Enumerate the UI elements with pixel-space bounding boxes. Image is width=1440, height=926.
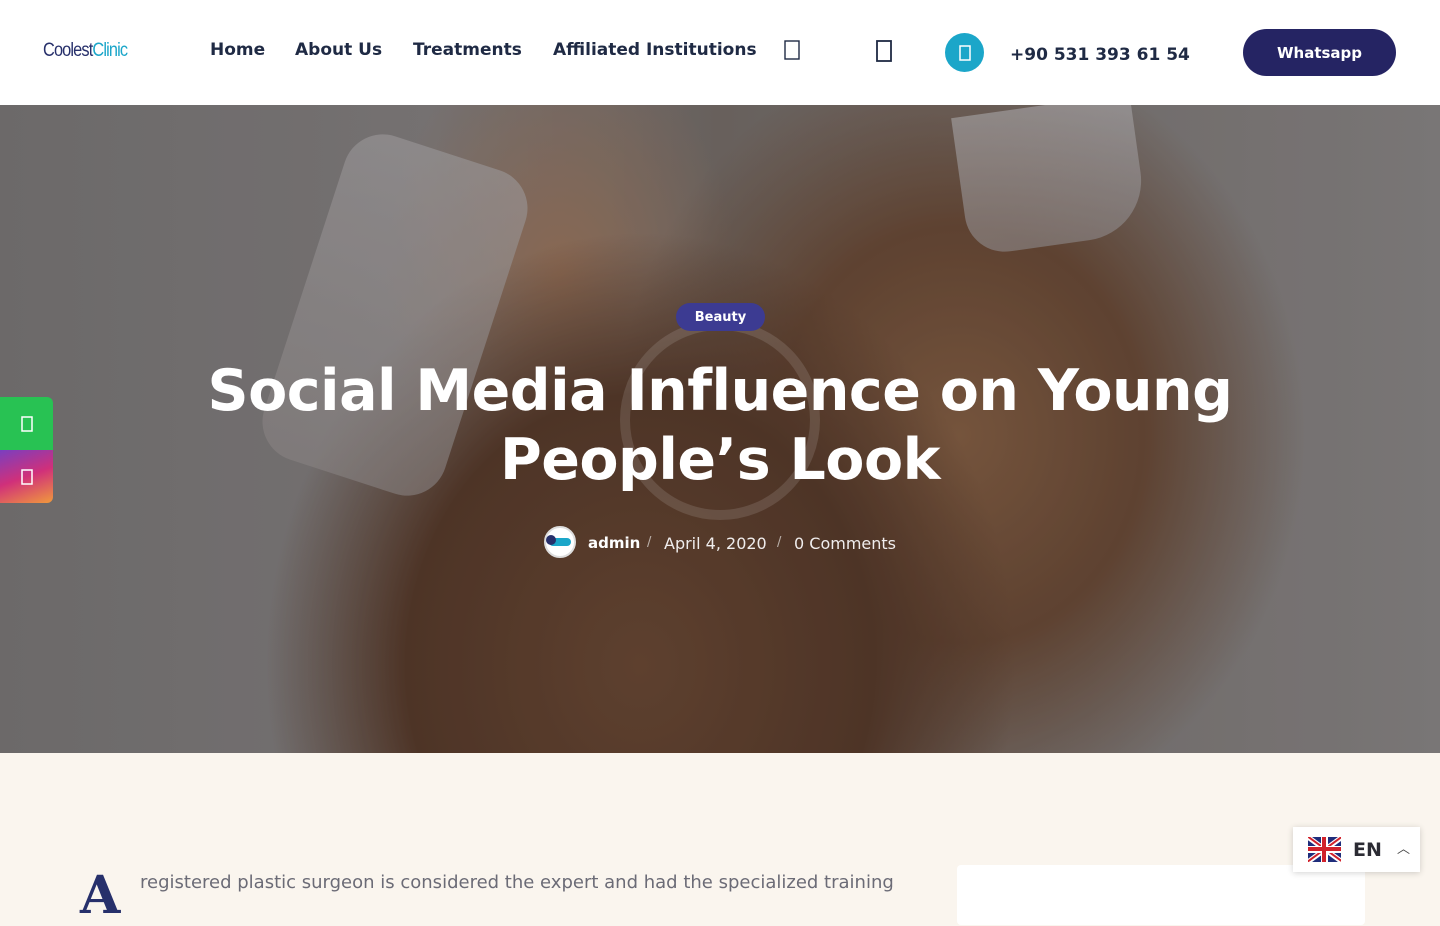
instagram-icon[interactable] — [0, 450, 53, 503]
hero-banner: Beauty Social Media Influence on Young P… — [0, 105, 1440, 753]
drop-cap: A — [80, 865, 121, 926]
whatsapp-icon[interactable] — [0, 397, 53, 450]
category-badge[interactable]: Beauty — [676, 303, 765, 331]
post-date: April 4, 2020 — [664, 534, 767, 553]
uk-flag-icon — [1308, 837, 1341, 862]
post-title: Social Media Influence on Young People’s… — [207, 358, 1233, 493]
nav-treatments[interactable]: Treatments — [413, 40, 522, 60]
language-code: EN — [1353, 839, 1382, 861]
search-icon[interactable] — [782, 40, 802, 64]
user-icon[interactable] — [874, 40, 894, 64]
meta-separator: / — [647, 535, 652, 550]
chevron-up-icon: ︿ — [1397, 842, 1411, 857]
language-switcher[interactable]: EN ︿ — [1293, 827, 1420, 872]
meta-separator: / — [777, 535, 782, 550]
sidebar-widget — [957, 865, 1365, 925]
phone-number[interactable]: +90 531 393 61 54 — [1010, 45, 1190, 65]
nav-about-us[interactable]: About Us — [295, 40, 382, 60]
post-meta: admin / April 4, 2020 / 0 Comments — [0, 526, 1440, 558]
site-header: CoolestClinic Home About Us Treatments A… — [0, 0, 1440, 105]
comments-link[interactable]: 0 Comments — [794, 534, 896, 553]
article-paragraph: registered plastic surgeon is considered… — [140, 872, 894, 893]
phone-icon[interactable] — [945, 33, 984, 72]
article-body: A registered plastic surgeon is consider… — [0, 753, 1440, 926]
nav-affiliated-institutions[interactable]: Affiliated Institutions — [553, 40, 757, 60]
whatsapp-button[interactable]: Whatsapp — [1243, 29, 1396, 76]
author-avatar[interactable] — [544, 526, 576, 558]
site-logo[interactable]: CoolestClinic — [43, 40, 128, 62]
author-name[interactable]: admin — [588, 534, 640, 552]
hero-content: Beauty Social Media Influence on Young P… — [0, 105, 1440, 753]
nav-home[interactable]: Home — [210, 40, 265, 60]
